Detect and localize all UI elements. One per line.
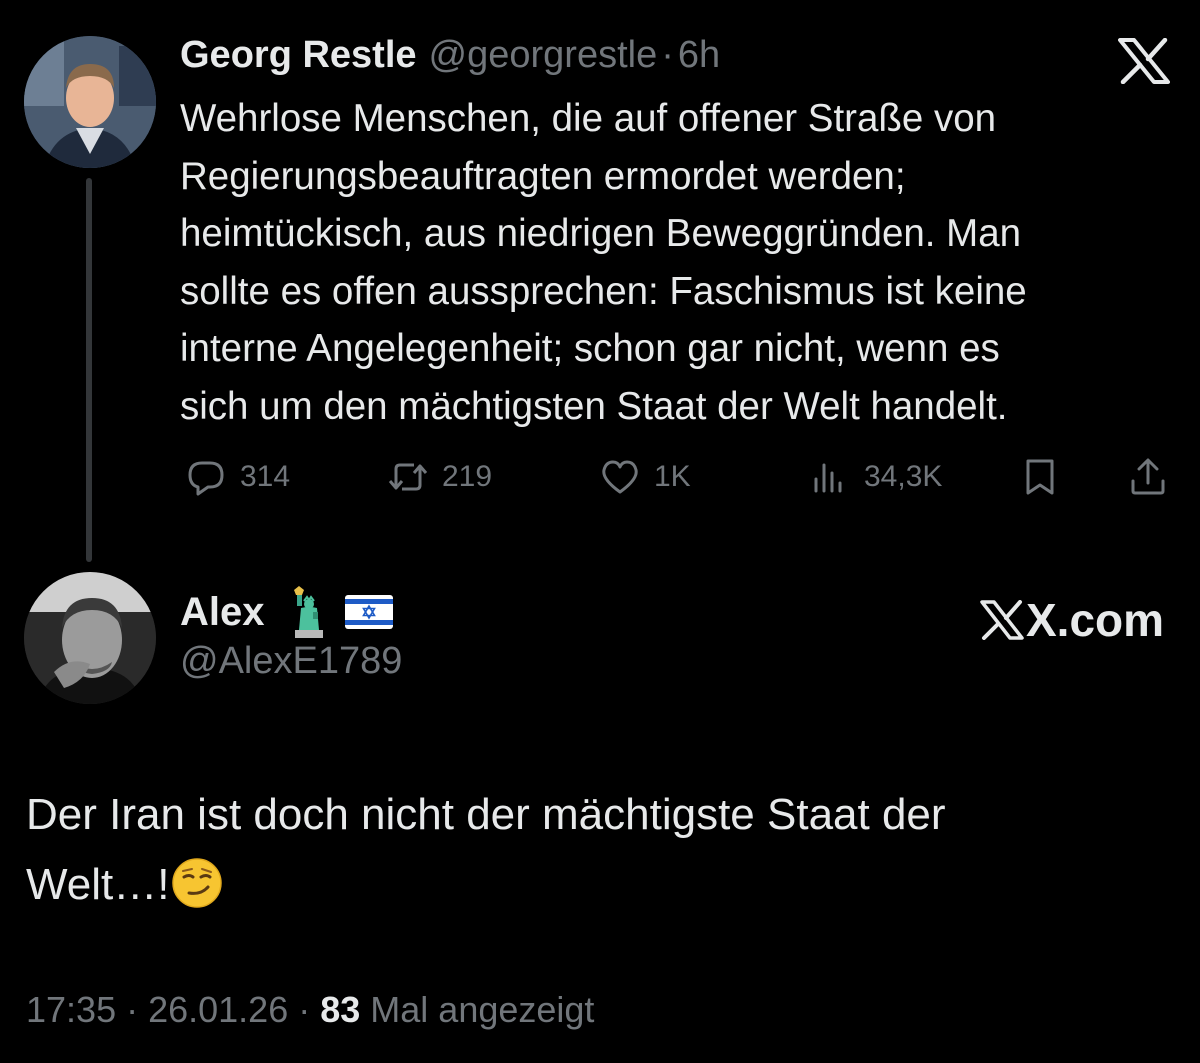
tweet-text-line: sich um den mächtigsten Staat der Welt h… [180,384,1008,428]
watermark-text: X.com [1026,594,1165,646]
avatar-alex[interactable] [24,572,156,704]
tweet-text: Wehrlose Menschen, die auf offener Straß… [180,90,1180,435]
avatar-image [24,36,156,168]
tweet-text-line: sollte es offen aussprechen: Faschismus … [180,269,1027,313]
meta-separator: · [126,989,139,1030]
author-display-name[interactable]: Georg Restle [180,34,417,77]
author-handle[interactable]: @georgrestle [429,34,658,77]
statue-of-liberty-icon [293,586,323,638]
reply-text-line: Der Iran ist doch nicht der mächtigste S… [26,790,946,839]
avatar-georg-restle[interactable] [24,36,156,168]
views-count: 34,3K [864,460,943,493]
tweet-screenshot: Georg Restle @georgrestle · 6h Wehrlose … [0,0,1200,1063]
reply-button[interactable]: 314 [184,452,290,502]
like-button[interactable]: 1K [598,452,691,502]
reply-time[interactable]: 17:35 [26,989,116,1031]
reply-icon [188,461,224,496]
views-button[interactable]: 34,3K [808,452,942,502]
tweet-text-line: Wehrlose Menschen, die auf offener Straß… [180,97,997,140]
x-logo-icon [1118,37,1170,85]
reply-date[interactable]: 26.01.26 [148,989,288,1031]
x-com-watermark: X.com [980,592,1164,648]
bookmark-button[interactable] [1018,452,1062,502]
avatar-image [24,572,156,704]
like-count: 1K [654,460,691,493]
retweet-count: 219 [442,460,493,493]
tweet-text-line: heimtückisch, aus niedrigen Beweggründen… [180,212,1022,255]
tweet-header: Georg Restle @georgrestle · 6h [180,34,720,84]
reply-meta: 17:35 · 26.01.26 · 83 Mal angezeigt [26,986,594,1034]
x-logo-icon [980,600,1024,640]
bookmark-icon [1026,459,1054,495]
retweet-icon [388,463,428,491]
share-icon [1131,458,1165,495]
reply-handle[interactable]: @AlexE1789 [180,640,402,683]
smirking-face-icon [172,858,223,908]
reply-author-row: Alex [180,586,393,638]
share-button[interactable] [1126,452,1170,502]
reply-display-name[interactable]: Alex [180,590,265,635]
tweet-action-bar: 314 219 1K 34,3K [180,452,1170,502]
thread-line [86,178,92,562]
meta-separator: · [298,989,311,1030]
tweet-time[interactable]: 6h [678,34,720,77]
reply-views-count: 83 [320,989,361,1030]
israel-flag-icon [344,595,393,629]
reply-views-label: Mal angezeigt [370,989,595,1030]
reply-text-line: Welt…! [26,860,170,909]
views-icon [814,463,842,493]
retweet-button[interactable]: 219 [386,452,492,502]
tweet-text-line: Regierungsbeauftragten ermordet werden; [180,154,906,198]
reply-text-line-2: Welt…! [26,850,1176,920]
like-icon [602,460,638,494]
reply-count: 314 [240,460,291,493]
header-separator: · [661,34,674,76]
tweet-text-line: interne Angelegenheit; schon gar nicht, … [180,327,1000,370]
reply-text: Der Iran ist doch nicht der mächtigste S… [26,780,1176,920]
